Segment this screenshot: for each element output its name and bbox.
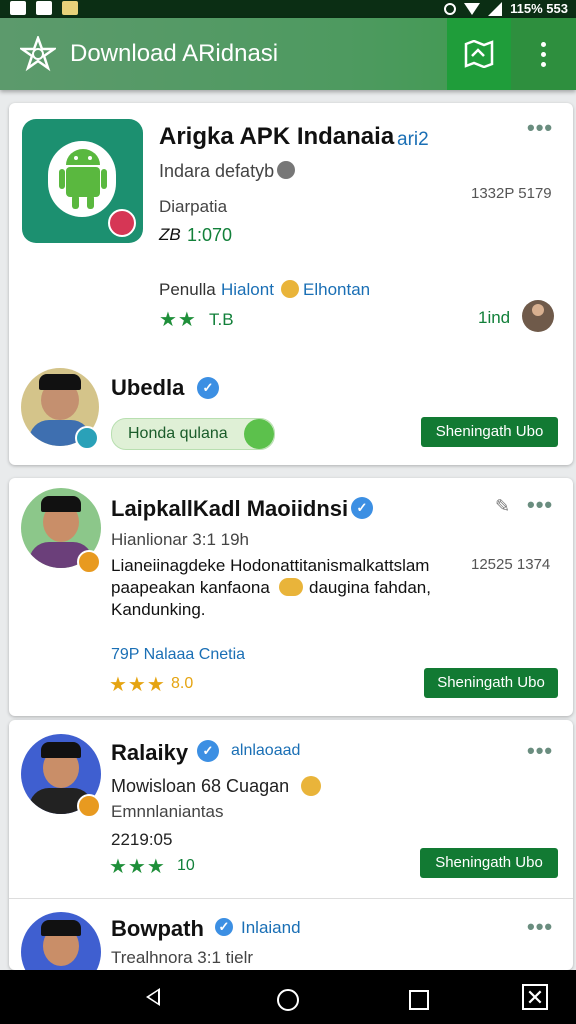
desc-line: daugina fahdan,	[309, 578, 431, 597]
card-more-icon[interactable]: •••	[527, 916, 553, 938]
emoji-icon	[279, 578, 303, 596]
download-button[interactable]: Sheningath Ubo	[421, 417, 558, 447]
app-title-suffix: ari2	[397, 129, 429, 150]
app-title: Arigka APK Indanaia	[159, 123, 395, 150]
map-button[interactable]	[447, 18, 511, 90]
desc-line: Lianeiinagdeke Hodonattitanismalkattslam	[111, 556, 430, 575]
home-icon[interactable]	[277, 989, 299, 1011]
review-link[interactable]: Elhontan	[303, 280, 370, 300]
gallery-notification-icon	[36, 1, 52, 15]
rating-text: 8.0	[171, 675, 194, 692]
signal-icon	[488, 1, 503, 16]
user-card[interactable]: Ralaiky ✓ alnlaoaad ••• Mowisloan 68 Cua…	[9, 720, 573, 992]
close-icon[interactable]: ✕	[522, 984, 548, 1010]
card-more-icon[interactable]: •••	[527, 494, 553, 516]
app-title: Download ARidnasi	[70, 40, 279, 67]
divider	[9, 898, 573, 899]
info-line: Mowisloan 68 Cuagan	[111, 776, 290, 796]
user-name: Ubedla	[111, 375, 185, 400]
emoji-icon	[301, 776, 321, 796]
user-name: Ralaiky	[111, 740, 189, 765]
recents-icon[interactable]	[409, 990, 429, 1010]
user-card[interactable]: LaipkallKadl Maoiidnsi ✓ ✎ ••• Hianliona…	[9, 478, 573, 716]
date-text: 2219:05	[111, 830, 173, 849]
version-text: 1:070	[187, 225, 233, 245]
globe-icon	[277, 161, 295, 179]
rating-stars-icon: ★★★	[109, 674, 166, 696]
user-tag[interactable]: alnlaoaad	[231, 742, 300, 760]
verified-icon: ✓	[351, 497, 373, 519]
subtitle-text: Hianlionar 3:1 19h	[111, 530, 249, 549]
verified-badge-icon	[75, 426, 99, 450]
card-more-icon[interactable]: •••	[527, 117, 553, 139]
verified-badge-icon	[77, 794, 101, 818]
quality-toggle[interactable]: Honda qulana	[111, 418, 275, 450]
image-notification-icon	[10, 1, 26, 15]
small-avatar[interactable]	[522, 300, 554, 332]
verified-icon: ✓	[197, 377, 219, 399]
app-logo-icon	[20, 36, 56, 72]
more-vert-icon	[541, 41, 546, 67]
wifi-icon	[464, 2, 481, 15]
status-bar: 115% 553	[0, 0, 576, 18]
download-button[interactable]: Sheningath Ubo	[424, 668, 558, 698]
subtitle-text: Trealhnora 3:1 tielr	[111, 948, 254, 967]
desc-line: Kandunking.	[111, 600, 206, 619]
app-icon[interactable]	[22, 119, 143, 243]
location-icon	[444, 2, 457, 15]
rating-text: T.B	[209, 310, 234, 329]
edit-icon[interactable]: ✎	[495, 496, 510, 517]
verified-badge-icon	[77, 550, 101, 574]
android-icon	[59, 149, 107, 209]
map-icon	[464, 40, 494, 68]
heart-badge-icon	[108, 209, 136, 237]
info-line: Emnnlaniantas	[111, 802, 224, 821]
rating-text: 10	[177, 857, 195, 874]
emoji-icon	[281, 280, 299, 298]
download-button[interactable]: Sheningath Ubo	[420, 848, 558, 878]
meta-number: 12525 1374	[471, 556, 551, 573]
card-more-icon[interactable]: •••	[527, 740, 553, 762]
meta-number: 1332P 5179	[471, 185, 552, 202]
verified-icon: ✓	[197, 740, 219, 762]
review-label: Penulla	[159, 280, 216, 299]
rating-stars-icon: ★★★	[109, 856, 166, 878]
user-name: Bowpath	[111, 916, 204, 941]
category-text: Diarpatia	[159, 197, 228, 216]
rating-stars-icon: ★★	[159, 309, 197, 331]
developer-name: Indara defatyb	[159, 161, 275, 181]
version-prefix: ZB	[159, 225, 181, 244]
toggle-knob	[244, 419, 274, 449]
link-text[interactable]: 79P Nalaaa Cnetia	[111, 646, 245, 664]
verified-icon: ✓	[215, 918, 233, 936]
desc-line: paapeakan kanfaona	[111, 578, 270, 597]
overflow-menu-button[interactable]	[511, 18, 576, 90]
battery-time-text: 115% 553	[510, 1, 568, 16]
review-link[interactable]: Hialont	[221, 280, 274, 300]
user-name: LaipkallKadl Maoiidnsi	[111, 496, 349, 521]
navigation-bar: ✕	[0, 970, 576, 1024]
photo-notification-icon	[62, 1, 78, 15]
app-bar: Download ARidnasi	[0, 18, 576, 90]
app-card[interactable]: Arigka APK Indanaia ari2 ••• Indara defa…	[9, 103, 573, 465]
back-icon[interactable]	[146, 988, 160, 1006]
user-tag[interactable]: Inlaiand	[241, 918, 301, 938]
toggle-label: Honda qulana	[128, 425, 228, 442]
side-count: 1ind	[478, 308, 511, 327]
